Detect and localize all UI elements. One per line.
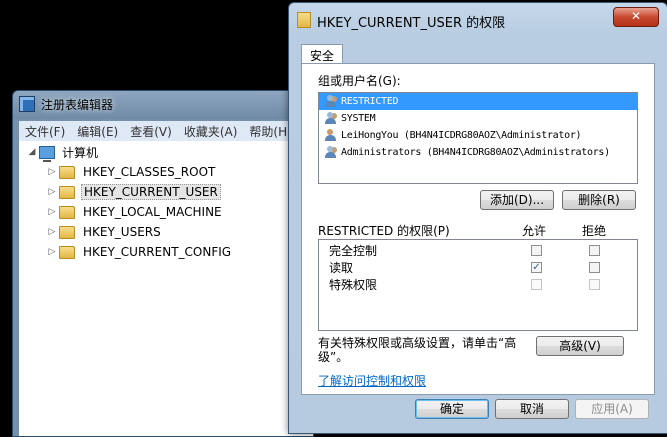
tree-item-hkcu[interactable]: ▷ HKEY_CURRENT_USER (47, 183, 221, 201)
folder-icon (59, 165, 75, 179)
computer-icon (39, 145, 55, 162)
remove-user-button[interactable]: 删除(R) (562, 190, 636, 210)
menu-file[interactable]: 文件(F) (25, 123, 65, 140)
expand-arrow-icon[interactable]: ▷ (47, 167, 57, 177)
dialog-titlebar[interactable]: HKEY_CURRENT_USER 的权限 ✕ (289, 3, 667, 35)
group-users-label: 组或用户名(G): (318, 74, 401, 88)
cancel-button[interactable]: 取消 (495, 399, 569, 419)
permissions-dialog: HKEY_CURRENT_USER 的权限 ✕ 安全 组或用户名(G): RES… (288, 2, 667, 434)
group-icon (323, 112, 338, 125)
permissions-list: 完全控制 读取 ✓ 特殊权限 (318, 239, 638, 331)
permission-name: 完全控制 (329, 244, 378, 258)
regedit-menubar: 文件(F) 编辑(E) 查看(V) 收藏夹(A) 帮助(H) (19, 121, 313, 142)
user-name: RESTRICTED (341, 96, 399, 107)
tree-item-label: HKEY_CURRENT_USER (81, 184, 221, 200)
list-item-user[interactable]: LeiHongYou (BH4N4ICDRG80AOZ\Administrato… (319, 127, 637, 144)
special-deny-checkbox (589, 279, 600, 290)
tree-item-label: HKEY_CURRENT_CONFIG (83, 245, 232, 259)
registry-editor-window: 注册表编辑器 文件(F) 编辑(E) 查看(V) 收藏夹(A) 帮助(H) ◢ … (12, 90, 314, 437)
read-deny-checkbox[interactable] (589, 262, 600, 273)
tree-item-label: 计算机 (62, 145, 99, 160)
users-list[interactable]: RESTRICTED SYSTEM LeiHongYou (BH4N4ICDRG… (318, 92, 638, 184)
list-item-user[interactable]: SYSTEM (319, 110, 637, 127)
folder-icon (59, 225, 75, 239)
permission-row-read: 读取 (329, 259, 353, 276)
advanced-description: 有关特殊权限或高级设置，请单击“高级”。 (318, 336, 517, 364)
regedit-app-icon (19, 96, 35, 112)
special-allow-checkbox (531, 279, 542, 290)
tree-item-computer[interactable]: ◢ 计算机 (27, 143, 100, 162)
tree-item-label: HKEY_USERS (83, 225, 161, 239)
expand-arrow-icon[interactable]: ▷ (47, 247, 57, 257)
menu-edit[interactable]: 编辑(E) (77, 123, 118, 140)
list-item-user[interactable]: RESTRICTED (319, 93, 637, 110)
folder-icon (59, 185, 75, 199)
tree-item-hklm[interactable]: ▷ HKEY_LOCAL_MACHINE (47, 203, 224, 221)
permission-name: 读取 (329, 261, 354, 275)
user-name: SYSTEM (341, 113, 376, 124)
folder-icon (59, 205, 75, 219)
collapse-arrow-icon[interactable]: ◢ (27, 147, 37, 157)
user-name: LeiHongYou (BH4N4ICDRG80AOZ\Administrato… (341, 130, 582, 141)
expand-arrow-icon[interactable]: ▷ (47, 227, 57, 237)
read-allow-checkbox[interactable]: ✓ (531, 262, 542, 273)
folder-icon (297, 12, 311, 28)
expand-arrow-icon[interactable]: ▷ (47, 187, 57, 197)
allow-header: 允许 (522, 224, 547, 238)
menu-help[interactable]: 帮助(H) (249, 123, 291, 140)
expand-arrow-icon[interactable]: ▷ (47, 207, 57, 217)
tree-item-label: HKEY_CLASSES_ROOT (83, 165, 216, 179)
user-icon (323, 129, 338, 142)
permission-name: 特殊权限 (329, 278, 378, 292)
access-control-help-link[interactable]: 了解访问控制和权限 (318, 372, 426, 389)
full-control-deny-checkbox[interactable] (589, 245, 600, 256)
tree-item-label: HKEY_LOCAL_MACHINE (83, 205, 222, 219)
ok-button[interactable]: 确定 (415, 399, 489, 419)
tab-strip: 安全 (301, 43, 344, 66)
full-control-allow-checkbox[interactable] (531, 245, 542, 256)
menu-favorites[interactable]: 收藏夹(A) (184, 123, 238, 140)
advanced-button[interactable]: 高级(V) (536, 336, 624, 356)
add-user-button[interactable]: 添加(D)... (480, 190, 554, 210)
group-icon (323, 95, 338, 108)
list-item-user[interactable]: Administrators (BH4N4ICDRG80AOZ\Administ… (319, 144, 637, 161)
regedit-title: 注册表编辑器 (41, 97, 114, 112)
permission-row-special: 特殊权限 (329, 276, 377, 293)
folder-icon (59, 245, 75, 259)
tree-item-hku[interactable]: ▷ HKEY_USERS (47, 223, 163, 241)
close-button[interactable]: ✕ (613, 7, 659, 27)
group-icon (323, 146, 338, 159)
regedit-titlebar[interactable]: 注册表编辑器 (13, 91, 313, 117)
deny-header: 拒绝 (582, 224, 607, 238)
security-panel: 组或用户名(G): RESTRICTED SYSTEM LeiHongYou (… (301, 63, 655, 395)
apply-button: 应用(A) (575, 399, 649, 419)
permission-row-full-control: 完全控制 (329, 242, 377, 259)
menu-view[interactable]: 查看(V) (130, 123, 172, 140)
permissions-header: RESTRICTED 的权限(P) (318, 224, 450, 238)
tree-item-hkcc[interactable]: ▷ HKEY_CURRENT_CONFIG (47, 243, 233, 261)
close-icon: ✕ (630, 9, 642, 23)
dialog-title: HKEY_CURRENT_USER 的权限 (317, 16, 506, 31)
user-name: Administrators (BH4N4ICDRG80AOZ\Administ… (341, 147, 610, 158)
registry-tree[interactable]: ◢ 计算机 ▷ HKEY_CLASSES_ROOT ▷ HKEY_CURRENT… (19, 141, 313, 436)
tree-item-hkcr[interactable]: ▷ HKEY_CLASSES_ROOT (47, 163, 217, 181)
